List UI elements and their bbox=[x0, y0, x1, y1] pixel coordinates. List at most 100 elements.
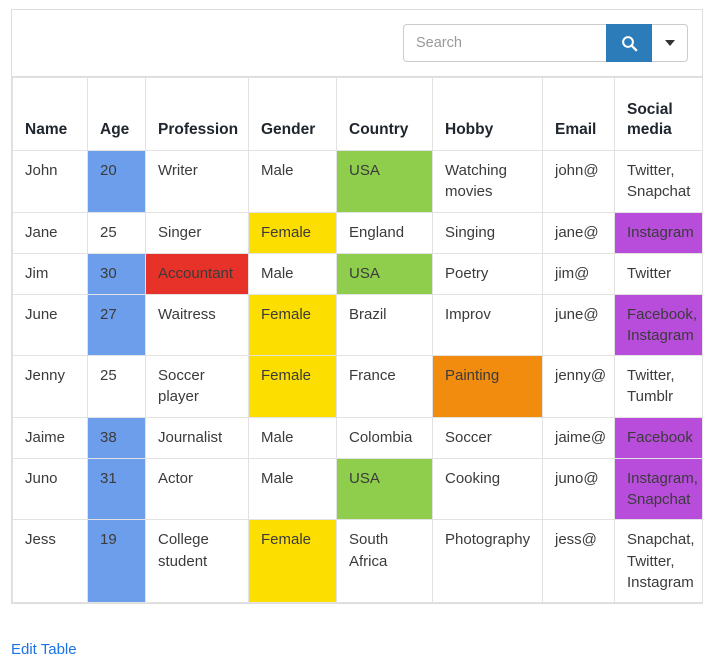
cell-gender[interactable]: Male bbox=[248, 416, 337, 459]
cell-text: Twitter, Snapchat bbox=[627, 162, 691, 201]
cell-profession[interactable]: Journalist bbox=[145, 416, 249, 459]
column-header-age[interactable]: Age bbox=[87, 77, 146, 151]
cell-hobby[interactable]: Cooking bbox=[432, 457, 543, 521]
cell-profession[interactable]: Writer bbox=[145, 150, 249, 213]
cell-text: South Africa bbox=[349, 531, 389, 570]
cell-gender[interactable]: Female bbox=[248, 293, 337, 357]
cell-name[interactable]: Juno bbox=[12, 457, 88, 521]
cell-name[interactable]: Jane bbox=[12, 211, 88, 254]
cell-country[interactable]: USA bbox=[336, 252, 433, 295]
cell-text: Juno bbox=[25, 469, 58, 487]
cell-age[interactable]: 19 bbox=[87, 519, 146, 604]
search-icon bbox=[621, 35, 638, 52]
column-header-profession[interactable]: Profession bbox=[145, 77, 249, 151]
cell-text: Watching movies bbox=[445, 162, 507, 201]
cell-email[interactable]: jane@ bbox=[542, 211, 615, 254]
cell-hobby[interactable]: Singing bbox=[432, 211, 543, 254]
cell-email[interactable]: jenny@ bbox=[542, 355, 615, 418]
column-header-email[interactable]: Email bbox=[542, 77, 615, 151]
cell-text: England bbox=[349, 223, 405, 241]
cell-country[interactable]: France bbox=[336, 355, 433, 418]
column-header-name[interactable]: Name bbox=[12, 77, 88, 151]
cell-social-media[interactable]: Twitter, Tumblr bbox=[614, 355, 703, 418]
cell-country[interactable]: USA bbox=[336, 457, 433, 521]
cell-age[interactable]: 27 bbox=[87, 293, 146, 357]
cell-name[interactable]: Jenny bbox=[12, 355, 88, 418]
cell-country[interactable]: Brazil bbox=[336, 293, 433, 357]
cell-age[interactable]: 30 bbox=[87, 252, 146, 295]
cell-social-media[interactable]: Instagram, Snapchat bbox=[614, 457, 703, 521]
cell-name[interactable]: June bbox=[12, 293, 88, 357]
cell-email[interactable]: juno@ bbox=[542, 457, 615, 521]
cell-text: Jenny bbox=[25, 367, 66, 385]
cell-text: Facebook bbox=[615, 417, 702, 458]
cell-social-media[interactable]: Twitter, Snapchat bbox=[614, 150, 703, 213]
cell-profession[interactable]: Soccer player bbox=[145, 355, 249, 418]
cell-hobby[interactable]: Painting bbox=[432, 355, 543, 418]
cell-email[interactable]: june@ bbox=[542, 293, 615, 357]
cell-hobby[interactable]: Improv bbox=[432, 293, 543, 357]
cell-text: 27 bbox=[88, 294, 145, 356]
cell-text: 38 bbox=[88, 417, 145, 458]
table-head: Name Age Profession Gender Country Hobby… bbox=[12, 77, 703, 151]
cell-age[interactable]: 25 bbox=[87, 355, 146, 418]
cell-hobby[interactable]: Poetry bbox=[432, 252, 543, 295]
cell-email[interactable]: jim@ bbox=[542, 252, 615, 295]
cell-text: June bbox=[25, 305, 58, 323]
search-input[interactable] bbox=[403, 24, 606, 62]
cell-text: Improv bbox=[445, 305, 491, 323]
cell-country[interactable]: England bbox=[336, 211, 433, 254]
table-row: June 27 Waitress Female Brazil Improv june@ Fac… bbox=[12, 293, 703, 357]
cell-text: Female bbox=[249, 294, 336, 356]
column-header-hobby[interactable]: Hobby bbox=[432, 77, 543, 151]
cell-profession[interactable]: Waitress bbox=[145, 293, 249, 357]
cell-country[interactable]: South Africa bbox=[336, 519, 433, 604]
cell-social-media[interactable]: Facebook bbox=[614, 416, 703, 459]
cell-text: juno@ bbox=[555, 469, 599, 487]
edit-table-link[interactable]: Edit Table bbox=[11, 641, 77, 658]
cell-gender[interactable]: Male bbox=[248, 252, 337, 295]
cell-country[interactable]: USA bbox=[336, 150, 433, 213]
cell-social-media[interactable]: Snapchat, Twitter, Instagram bbox=[614, 519, 703, 604]
cell-profession[interactable]: Singer bbox=[145, 211, 249, 254]
column-header-country[interactable]: Country bbox=[336, 77, 433, 151]
cell-email[interactable]: jaime@ bbox=[542, 416, 615, 459]
cell-name[interactable]: Jess bbox=[12, 519, 88, 604]
cell-hobby[interactable]: Watching movies bbox=[432, 150, 543, 213]
cell-text: 19 bbox=[88, 520, 145, 603]
cell-text: USA bbox=[337, 151, 432, 212]
search-button[interactable] bbox=[606, 24, 652, 62]
cell-profession[interactable]: Accountant bbox=[145, 252, 249, 295]
cell-name[interactable]: Jim bbox=[12, 252, 88, 295]
data-table: Name Age Profession Gender Country Hobby… bbox=[12, 77, 703, 604]
column-header-social-media[interactable]: Social media bbox=[614, 77, 703, 151]
cell-profession[interactable]: College student bbox=[145, 519, 249, 604]
cell-gender[interactable]: Male bbox=[248, 457, 337, 521]
cell-social-media[interactable]: Instagram bbox=[614, 211, 703, 254]
cell-age[interactable]: 20 bbox=[87, 150, 146, 213]
cell-hobby[interactable]: Soccer bbox=[432, 416, 543, 459]
cell-social-media[interactable]: Twitter bbox=[614, 252, 703, 295]
cell-text: jaime@ bbox=[555, 428, 607, 446]
cell-social-media[interactable]: Facebook, Instagram bbox=[614, 293, 703, 357]
cell-name[interactable]: Jaime bbox=[12, 416, 88, 459]
cell-email[interactable]: john@ bbox=[542, 150, 615, 213]
cell-text: Cooking bbox=[445, 469, 501, 487]
column-header-gender[interactable]: Gender bbox=[248, 77, 337, 151]
cell-age[interactable]: 31 bbox=[87, 457, 146, 521]
cell-email[interactable]: jess@ bbox=[542, 519, 615, 604]
cell-profession[interactable]: Actor bbox=[145, 457, 249, 521]
cell-age[interactable]: 25 bbox=[87, 211, 146, 254]
table-card: Name Age Profession Gender Country bbox=[11, 9, 703, 605]
cell-age[interactable]: 38 bbox=[87, 416, 146, 459]
cell-gender[interactable]: Male bbox=[248, 150, 337, 213]
cell-name[interactable]: John bbox=[12, 150, 88, 213]
cell-hobby[interactable]: Photography bbox=[432, 519, 543, 604]
search-options-button[interactable] bbox=[652, 24, 688, 62]
cell-gender[interactable]: Female bbox=[248, 355, 337, 418]
cell-text: Male bbox=[261, 428, 294, 446]
cell-gender[interactable]: Female bbox=[248, 211, 337, 254]
cell-text: Singer bbox=[158, 223, 202, 241]
cell-gender[interactable]: Female bbox=[248, 519, 337, 604]
cell-country[interactable]: Colombia bbox=[336, 416, 433, 459]
